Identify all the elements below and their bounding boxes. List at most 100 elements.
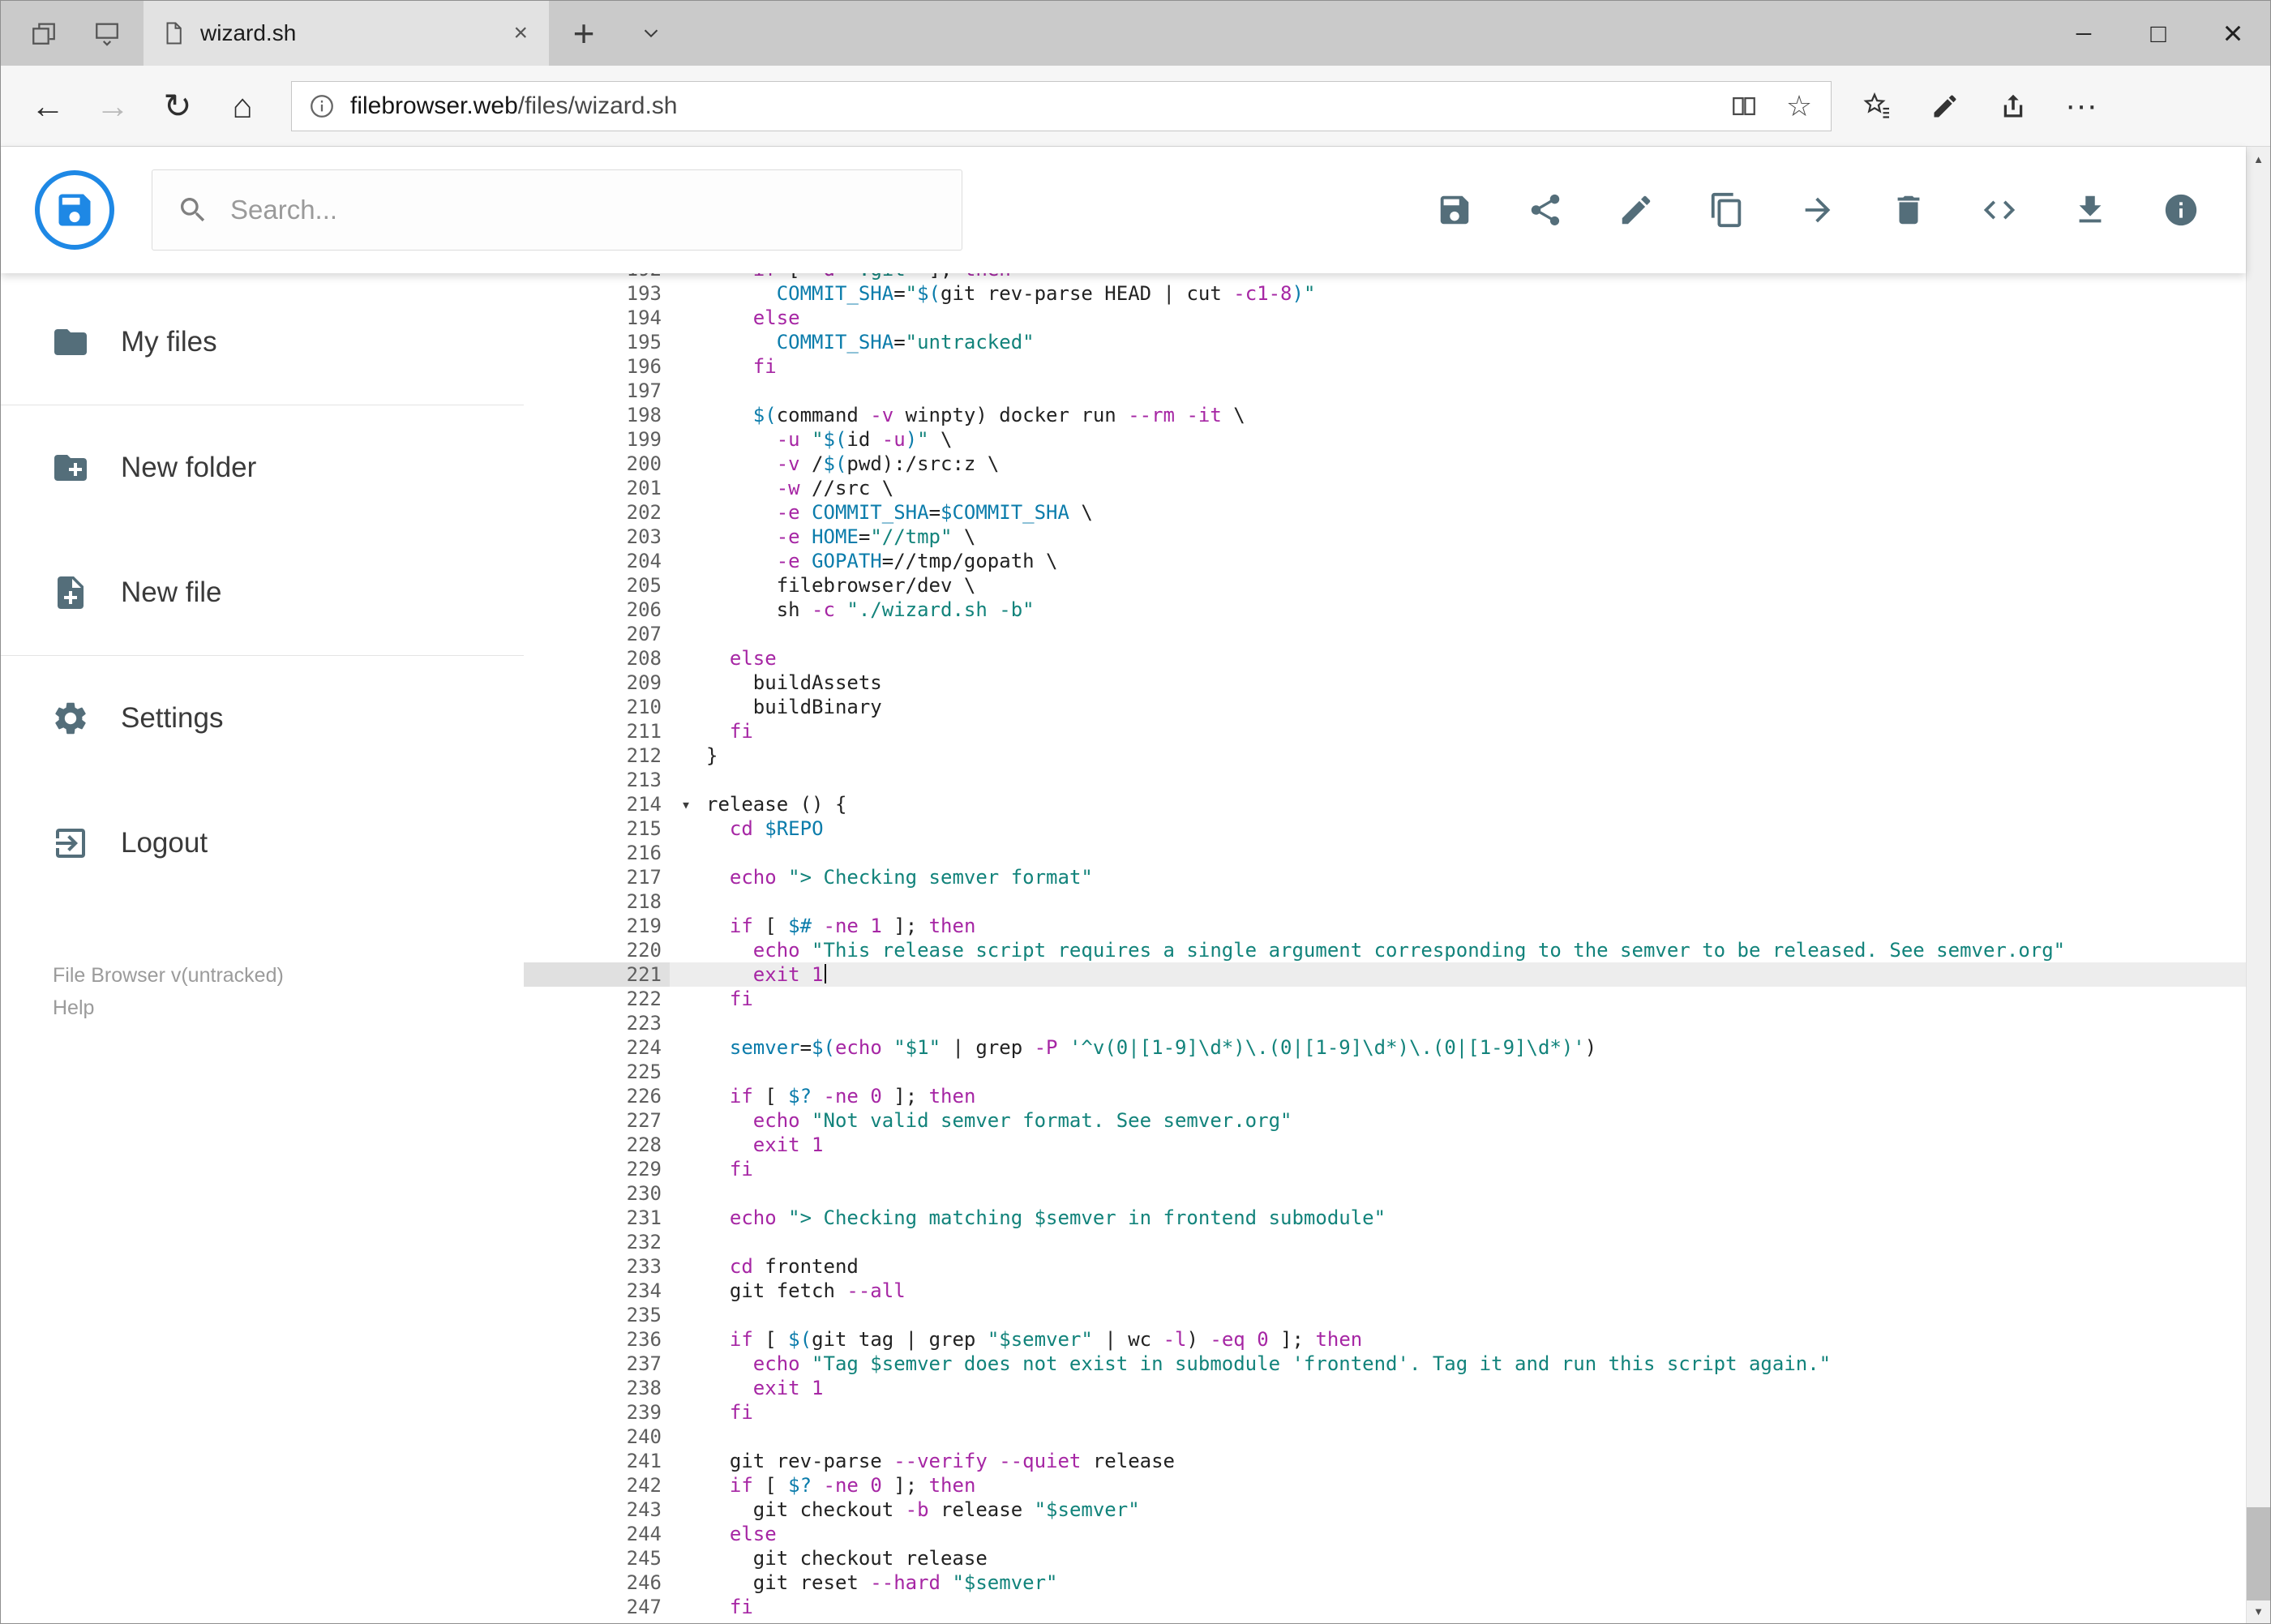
share-page-icon[interactable] [1979, 74, 2047, 139]
sidebar-item-new-file[interactable]: New file [1, 530, 524, 655]
line-number: 232 [626, 1231, 662, 1253]
code-line-213: 213 [524, 768, 2246, 792]
info-icon[interactable] [2162, 191, 2200, 229]
editor-toolbar [1435, 191, 2200, 229]
move-icon[interactable] [1798, 191, 1837, 229]
code-line-215: 215 cd $REPO [524, 816, 2246, 841]
code-text: fi [729, 1401, 753, 1424]
code-text: git checkout release [706, 1547, 988, 1570]
new-file-icon [51, 573, 90, 612]
save-icon[interactable] [1435, 191, 1474, 229]
code-text: semver=$(echo "$1" | grep -P '^v(0|[1-9]… [729, 1036, 1597, 1059]
copy-icon[interactable] [1708, 191, 1746, 229]
minimize-button[interactable]: ─ [2046, 1, 2121, 66]
code-line-214: 214 ▾ release () { [524, 792, 2246, 816]
sidebar-item-settings[interactable]: Settings [1, 656, 524, 781]
delete-icon[interactable] [1889, 191, 1928, 229]
forward-button[interactable]: → [80, 74, 145, 139]
line-number: 218 [626, 890, 662, 913]
code-line-203: 203 -e HOME="//tmp" \ [524, 525, 2246, 549]
filebrowser-app: Search... My files New folder New file Sett… [1, 147, 2246, 1623]
browser-tab[interactable]: wizard.sh × [144, 1, 549, 66]
code-text: fi [729, 1158, 753, 1181]
code-line-217: 217 echo "> Checking semver format" [524, 865, 2246, 889]
share-icon[interactable] [1526, 191, 1565, 229]
fold-arrow-icon[interactable]: ▾ [681, 792, 691, 816]
tab-title: wizard.sh [200, 20, 297, 45]
sidebar-item-my-files[interactable]: My files [1, 280, 524, 405]
download-icon[interactable] [2071, 191, 2110, 229]
code-line-200: 200 -v /$(pwd):/src:z \ [524, 452, 2246, 476]
sidebar-footer: File Browser v(untracked) Help [1, 959, 524, 1024]
line-number: 207 [626, 623, 662, 645]
line-number: 240 [626, 1425, 662, 1448]
code-text: git reset --hard "$semver" [706, 1571, 1058, 1594]
code-text: -v /$(pwd):/src:z \ [776, 452, 1000, 475]
line-number: 236 [626, 1328, 662, 1351]
search-icon [177, 194, 209, 226]
scroll-up-icon[interactable]: ▲ [2247, 147, 2270, 171]
code-text: fi [752, 355, 777, 378]
line-number: 246 [626, 1571, 662, 1594]
line-number: 195 [626, 331, 662, 354]
tab-dropdown-chevron-icon[interactable] [619, 1, 683, 66]
code-line-197: 197 [524, 379, 2246, 403]
refresh-button[interactable]: ↻ [145, 74, 210, 139]
maximize-button[interactable]: □ [2121, 1, 2196, 66]
code-line-238: 238 exit 1 [524, 1376, 2246, 1400]
favorite-star-icon[interactable]: ☆ [1784, 89, 1815, 122]
filebrowser-logo[interactable] [35, 170, 114, 250]
reading-view-icon[interactable] [1729, 91, 1759, 122]
hub-favorites-icon[interactable] [1843, 74, 1911, 139]
line-number: 192 [524, 273, 670, 281]
line-number: 244 [626, 1523, 662, 1545]
code-text: cd frontend [729, 1255, 859, 1278]
code-text: else [729, 647, 777, 670]
more-options-icon[interactable]: ··· [2047, 74, 2115, 139]
url-text: filebrowser.web/files/wizard.sh [350, 92, 678, 120]
line-number: 194 [626, 306, 662, 329]
code-line-240: 240 [524, 1425, 2246, 1449]
page-scrollbar[interactable]: ▲ ▼ [2246, 147, 2270, 1623]
web-note-pen-icon[interactable] [1911, 74, 1979, 139]
back-button[interactable]: ← [15, 74, 80, 139]
tab-close-icon[interactable]: × [510, 19, 531, 47]
line-number: 225 [626, 1061, 662, 1083]
home-button[interactable]: ⌂ [210, 74, 275, 139]
code-line-198: 198 $(command -v winpty) docker run --rm… [524, 403, 2246, 427]
sidebar-items: My files New folder New file Settings Logout [1, 280, 524, 906]
code-line-222: 222 fi [524, 987, 2246, 1011]
code-text: $(command -v winpty) docker run --rm -it… [752, 404, 1245, 426]
code-text: if [ -d ".git" ]; then [670, 273, 1011, 281]
address-bar[interactable]: filebrowser.web/files/wizard.sh ☆ [291, 80, 1832, 131]
site-info-icon[interactable] [308, 92, 336, 120]
line-number: 204 [626, 550, 662, 572]
sidebar-item-new-folder[interactable]: New folder [1, 405, 524, 530]
code-line-221: 221 exit 1 [524, 962, 2246, 987]
line-number: 230 [626, 1182, 662, 1205]
scrollbar-thumb[interactable] [2247, 1507, 2270, 1600]
settings-icon [51, 699, 90, 738]
search-placeholder: Search... [230, 195, 338, 225]
new-tab-button[interactable]: + [549, 1, 619, 66]
code-line-228: 228 exit 1 [524, 1133, 2246, 1157]
code-line-220: 220 echo "This release script requires a… [524, 938, 2246, 962]
code-line-210: 210 buildBinary [524, 695, 2246, 719]
url-domain: filebrowser.web [350, 92, 518, 119]
tabs-preview-icon[interactable] [75, 1, 139, 66]
help-link[interactable]: Help [53, 992, 524, 1024]
code-rows: 192 if [ -d ".git" ]; then193 COMMIT_SHA… [524, 273, 2246, 1619]
search-input[interactable]: Search... [152, 169, 962, 251]
scroll-down-icon[interactable]: ▼ [2247, 1599, 2270, 1623]
code-icon[interactable] [1980, 191, 2019, 229]
code-line-226: 226 if [ $? -ne 0 ]; then [524, 1084, 2246, 1108]
sidebar-item-logout[interactable]: Logout [1, 781, 524, 906]
edit-icon[interactable] [1617, 191, 1656, 229]
code-editor[interactable]: 192 if [ -d ".git" ]; then193 COMMIT_SHA… [524, 273, 2246, 1623]
close-button[interactable]: × [2196, 1, 2270, 66]
set-tabs-aside-icon[interactable] [12, 1, 75, 66]
line-number: 242 [626, 1474, 662, 1497]
page-favicon-icon [161, 21, 186, 45]
